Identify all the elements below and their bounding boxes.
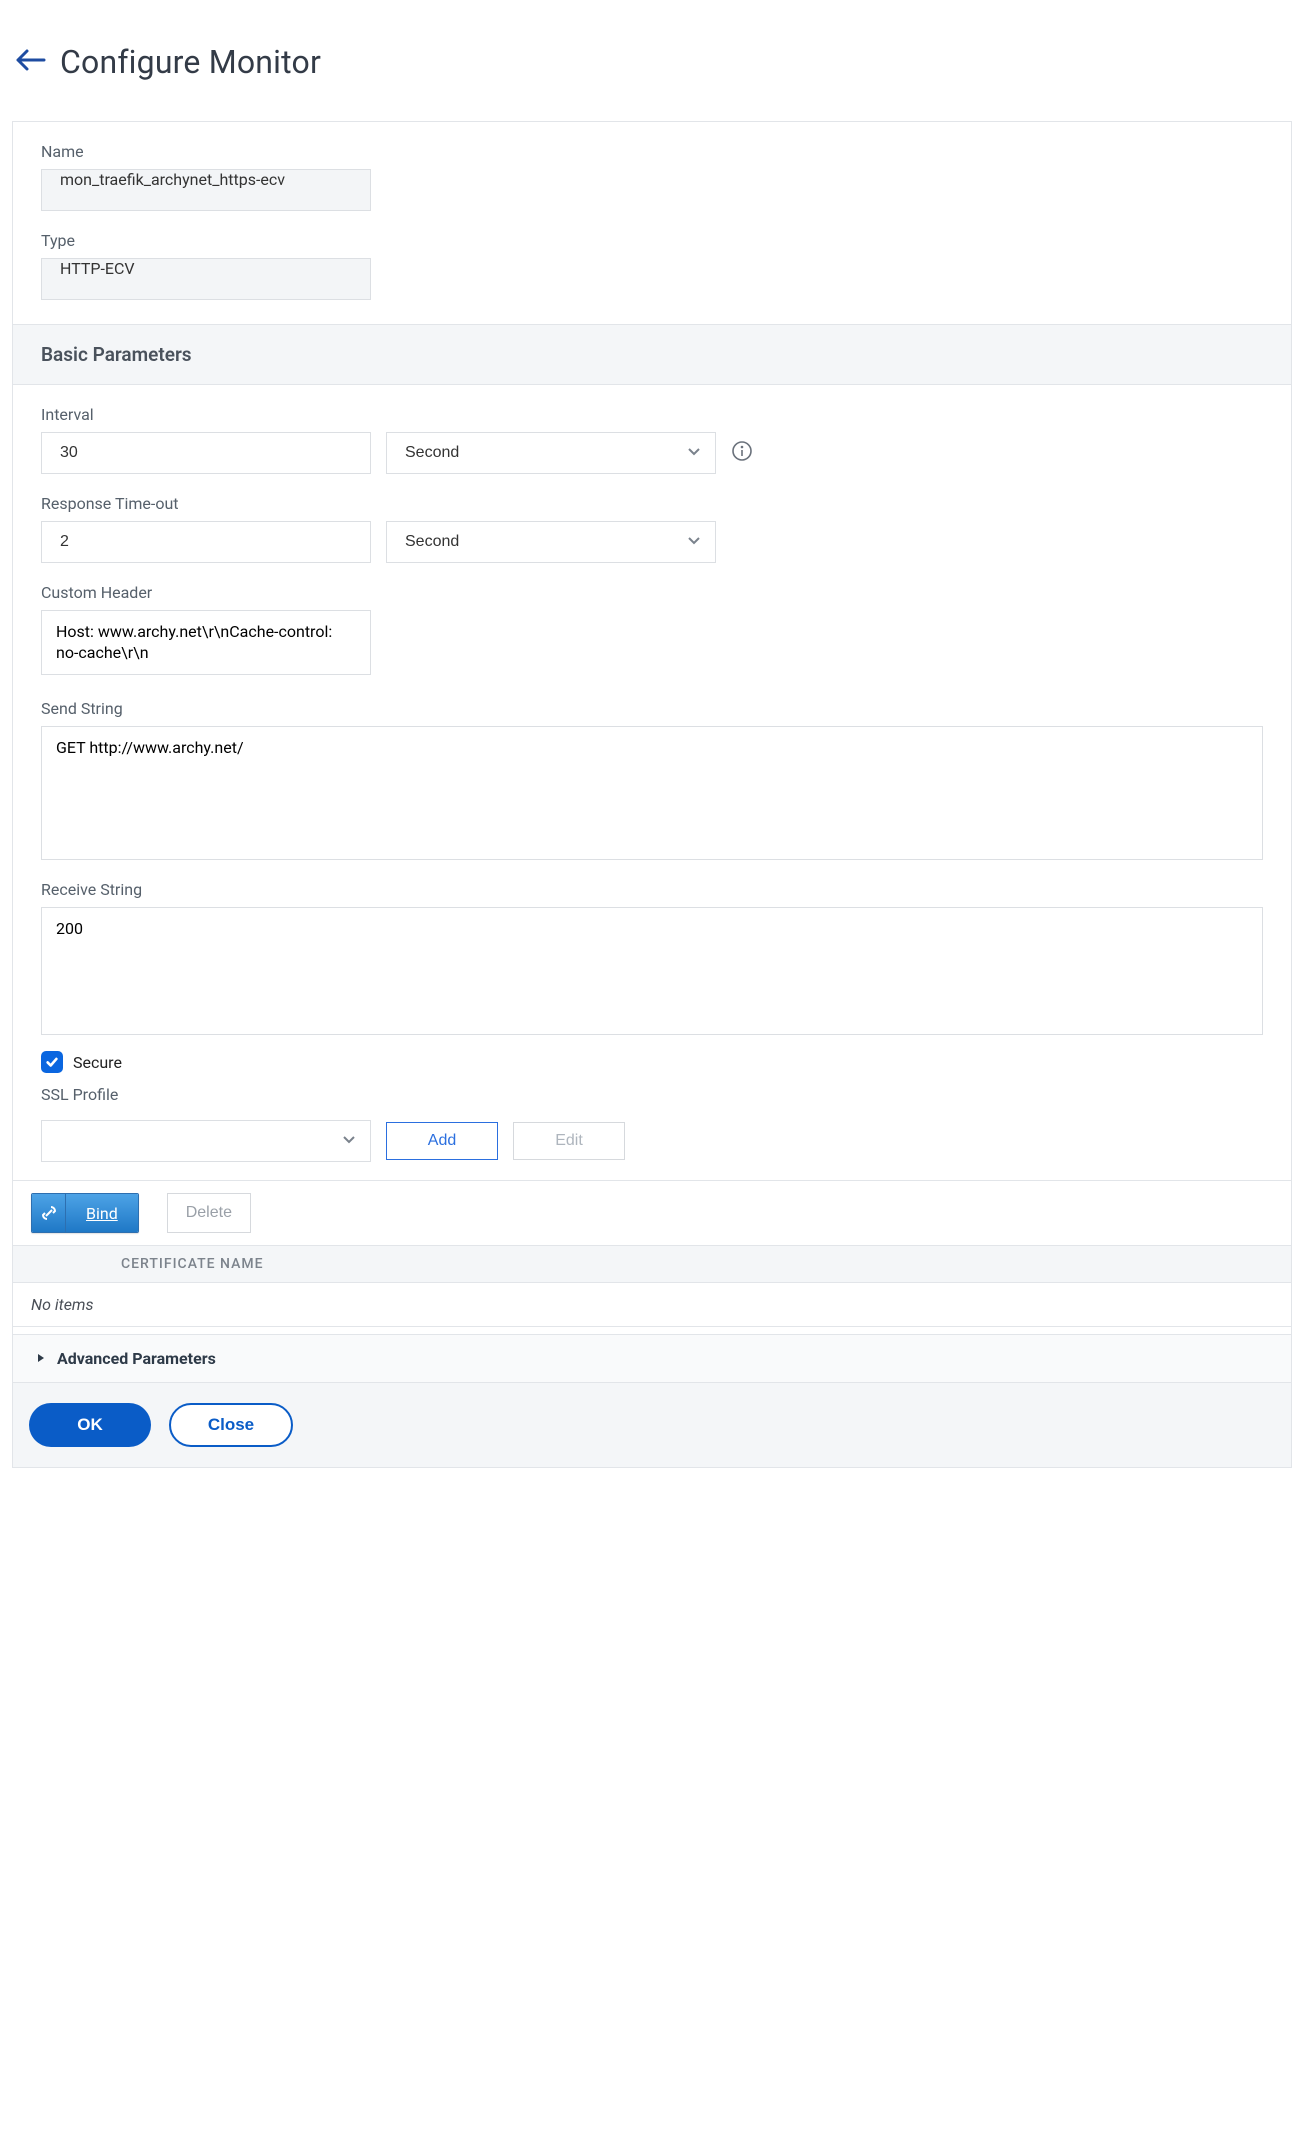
interval-input[interactable] [41, 432, 371, 474]
basic-parameters-heading: Basic Parameters [13, 324, 1291, 385]
send-string-label: Send String [41, 699, 1263, 718]
bind-button[interactable]: Bind [31, 1193, 139, 1233]
info-icon[interactable] [731, 440, 753, 466]
back-arrow-icon[interactable] [14, 45, 50, 79]
type-field: HTTP-ECV [41, 258, 371, 300]
interval-unit-select[interactable]: Second [386, 432, 716, 474]
bind-button-label: Bind [66, 1194, 138, 1232]
certificate-table-empty: No items [13, 1282, 1291, 1326]
page-title: Configure Monitor [60, 43, 321, 81]
link-icon [32, 1194, 66, 1232]
chevron-down-icon [341, 1131, 357, 1151]
ssl-profile-label: SSL Profile [41, 1085, 1263, 1104]
timeout-input[interactable] [41, 521, 371, 563]
triangle-right-icon [35, 1349, 47, 1368]
timeout-unit-select[interactable]: Second [386, 521, 716, 563]
interval-label: Interval [41, 405, 1263, 424]
receive-string-label: Receive String [41, 880, 1263, 899]
certificate-name-column: CERTIFICATE NAME [101, 1256, 264, 1272]
type-label: Type [41, 231, 1263, 250]
advanced-parameters-toggle[interactable]: Advanced Parameters [13, 1334, 1291, 1382]
add-button[interactable]: Add [386, 1122, 498, 1160]
delete-button[interactable]: Delete [167, 1193, 251, 1233]
custom-header-label: Custom Header [41, 583, 1263, 602]
advanced-parameters-heading: Advanced Parameters [57, 1349, 216, 1368]
custom-header-input[interactable]: Host: www.archy.net\r\nCache-control: no… [41, 610, 371, 675]
close-button[interactable]: Close [169, 1403, 293, 1447]
name-label: Name [41, 142, 1263, 161]
secure-checkbox[interactable] [41, 1051, 63, 1073]
ssl-profile-select[interactable] [41, 1120, 371, 1162]
secure-label: Secure [73, 1053, 122, 1072]
ok-button[interactable]: OK [29, 1403, 151, 1447]
send-string-input[interactable]: GET http://www.archy.net/ [41, 726, 1263, 860]
certificate-table-header: CERTIFICATE NAME [13, 1245, 1291, 1282]
name-field: mon_traefik_archynet_https-ecv [41, 169, 371, 211]
timeout-label: Response Time-out [41, 494, 1263, 513]
edit-button[interactable]: Edit [513, 1122, 625, 1160]
receive-string-input[interactable]: 200 [41, 907, 1263, 1035]
